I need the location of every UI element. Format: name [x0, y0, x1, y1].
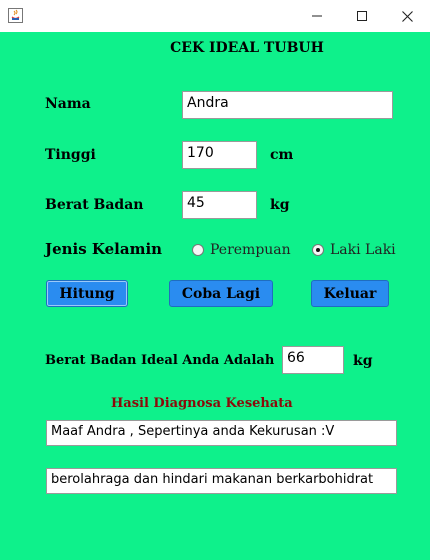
close-icon: [401, 10, 413, 22]
close-button[interactable]: [384, 0, 430, 32]
berat-ideal-unit: kg: [353, 353, 373, 369]
tinggi-label: Tinggi: [45, 147, 96, 163]
maximize-icon: [357, 11, 367, 21]
minimize-button[interactable]: [294, 0, 340, 32]
keluar-button[interactable]: Keluar: [311, 280, 389, 307]
radio-laki-laki-label: Laki Laki: [330, 242, 396, 258]
radio-perempuan[interactable]: Perempuan: [192, 242, 291, 258]
coba-lagi-button[interactable]: Coba Lagi: [169, 280, 273, 307]
nama-label: Nama: [45, 96, 91, 112]
minimize-icon: [312, 15, 322, 17]
radio-perempuan-label: Perempuan: [210, 242, 291, 258]
title-bar: [0, 0, 430, 32]
radio-laki-laki-circle: [312, 244, 324, 256]
berat-label: Berat Badan: [45, 197, 144, 213]
nama-input[interactable]: Andra: [182, 91, 393, 119]
diagnosa-title: Hasil Diagnosa Kesehata: [111, 396, 293, 411]
berat-ideal-output[interactable]: 66: [282, 346, 344, 374]
maximize-button[interactable]: [339, 0, 385, 32]
app-window: CEK IDEAL TUBUH Nama Andra Tinggi 170 cm…: [0, 0, 430, 560]
diagnosa-output-1[interactable]: Maaf Andra , Sepertinya anda Kekurusan :…: [46, 420, 397, 446]
hitung-button[interactable]: Hitung: [46, 280, 128, 307]
page-title: CEK IDEAL TUBUH: [170, 40, 324, 56]
berat-input[interactable]: 45: [182, 191, 257, 219]
diagnosa-output-2[interactable]: berolahraga dan hindari makanan berkarbo…: [46, 468, 397, 494]
java-app-icon: [8, 8, 23, 23]
tinggi-input[interactable]: 170: [182, 141, 257, 169]
berat-ideal-label: Berat Badan Ideal Anda Adalah: [45, 353, 275, 368]
radio-laki-laki[interactable]: Laki Laki: [312, 242, 396, 258]
radio-perempuan-circle: [192, 244, 204, 256]
tinggi-unit: cm: [270, 147, 294, 163]
berat-unit: kg: [270, 197, 290, 213]
jenis-kelamin-label: Jenis Kelamin: [45, 240, 163, 258]
